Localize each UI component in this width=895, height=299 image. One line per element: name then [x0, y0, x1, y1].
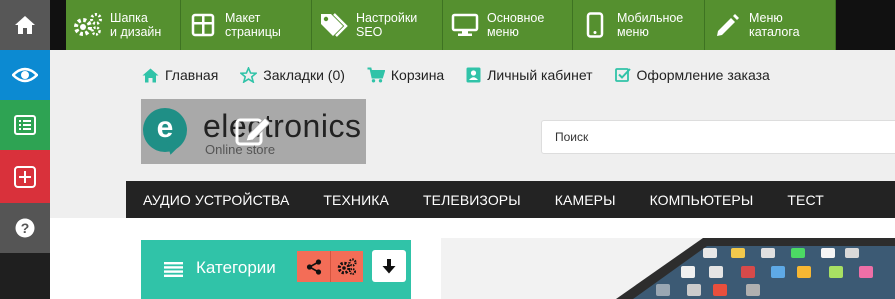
user-card-icon [466, 67, 481, 83]
nav-item-test[interactable]: ТЕСТ [787, 192, 824, 208]
share-button[interactable] [297, 251, 330, 282]
logo-name: electronics [203, 108, 362, 144]
tags-icon [321, 13, 348, 37]
cart-icon [367, 67, 385, 83]
header-link-cart[interactable]: Корзина [367, 67, 444, 83]
toolbar-main-menu[interactable]: Основное меню [443, 0, 573, 50]
header-link-home[interactable]: Главная [142, 67, 218, 83]
header-link-account[interactable]: Личный кабинет [466, 67, 593, 83]
header-link-checkout[interactable]: Оформление заказа [614, 67, 770, 83]
edit-icon[interactable] [234, 113, 274, 149]
share-icon [306, 258, 321, 275]
toolbar-label: Шапка и дизайн [110, 11, 162, 39]
toolbar-label: Мобильное меню [617, 11, 684, 39]
question-icon: ? [15, 218, 35, 238]
collapse-button[interactable] [372, 250, 406, 282]
header-links: Главная Закладки (0) Корзина Личный каби… [142, 65, 792, 85]
banner-slider[interactable] [441, 238, 895, 299]
toolbar-label: Макет страницы [225, 11, 281, 39]
star-icon [240, 67, 258, 83]
header-link-label: Личный кабинет [487, 67, 593, 83]
nav-item-computers[interactable]: КОМПЬЮТЕРЫ [650, 192, 754, 208]
toolbar-label: Основное меню [487, 11, 545, 39]
search-input[interactable] [541, 120, 895, 154]
gears-icon [74, 13, 102, 36]
tablet-image [616, 238, 895, 299]
toolbar-seo-settings[interactable]: Настройки SEO [312, 0, 443, 50]
gears-icon [337, 257, 357, 275]
eye-icon [12, 67, 38, 83]
svg-text:?: ? [21, 220, 30, 236]
nav-item-cameras[interactable]: КАМЕРЫ [555, 192, 616, 208]
nav-item-tv[interactable]: ТЕЛЕВИЗОРЫ [423, 192, 521, 208]
logo-letter: e [156, 111, 174, 144]
add-button[interactable] [0, 150, 50, 203]
toolbar-catalog-menu[interactable]: Меню каталога [705, 0, 836, 50]
toolbar-mobile-menu[interactable]: Мобильное меню [573, 0, 705, 50]
settings-button[interactable] [330, 251, 363, 282]
help-button[interactable]: ? [0, 203, 50, 253]
home-button[interactable] [0, 0, 50, 50]
nav-item-audio[interactable]: АУДИО УСТРОЙСТВА [143, 192, 289, 208]
toolbar-label: Настройки SEO [356, 11, 418, 39]
header-link-label: Оформление заказа [636, 67, 770, 83]
nav-item-appliances[interactable]: ТЕХНИКА [323, 192, 389, 208]
list-button[interactable] [0, 100, 50, 150]
header-link-label: Главная [165, 67, 219, 83]
store-logo[interactable]: e electronics Online store [141, 99, 366, 164]
admin-sidebar: ? [0, 0, 50, 299]
list-icon [14, 115, 36, 135]
monitor-icon [451, 13, 479, 36]
admin-toolbar: Шапка и дизайн Макет страницы Настройки … [50, 0, 895, 50]
plus-square-icon [14, 165, 36, 188]
categories-title: Категории [196, 258, 276, 277]
header-link-label: Закладки (0) [263, 67, 345, 83]
categories-panel: Категории [141, 240, 411, 299]
layout-icon [191, 13, 215, 37]
preview-button[interactable] [0, 50, 50, 100]
arrow-down-icon [382, 259, 396, 274]
toolbar-header-design[interactable]: Шапка и дизайн [66, 0, 181, 50]
main-nav: АУДИО УСТРОЙСТВА ТЕХНИКА ТЕЛЕВИЗОРЫ КАМЕ… [126, 181, 895, 218]
home-icon [15, 16, 35, 34]
toolbar-label: Меню каталога [749, 11, 800, 39]
checkbox-icon [614, 68, 631, 82]
pencil-icon [717, 14, 739, 36]
mobile-icon [586, 12, 604, 38]
toolbar-page-layout[interactable]: Макет страницы [181, 0, 312, 50]
menu-icon [164, 262, 183, 277]
header-link-bookmarks[interactable]: Закладки (0) [240, 67, 345, 83]
home-icon [142, 68, 159, 82]
header-link-label: Корзина [390, 67, 445, 83]
